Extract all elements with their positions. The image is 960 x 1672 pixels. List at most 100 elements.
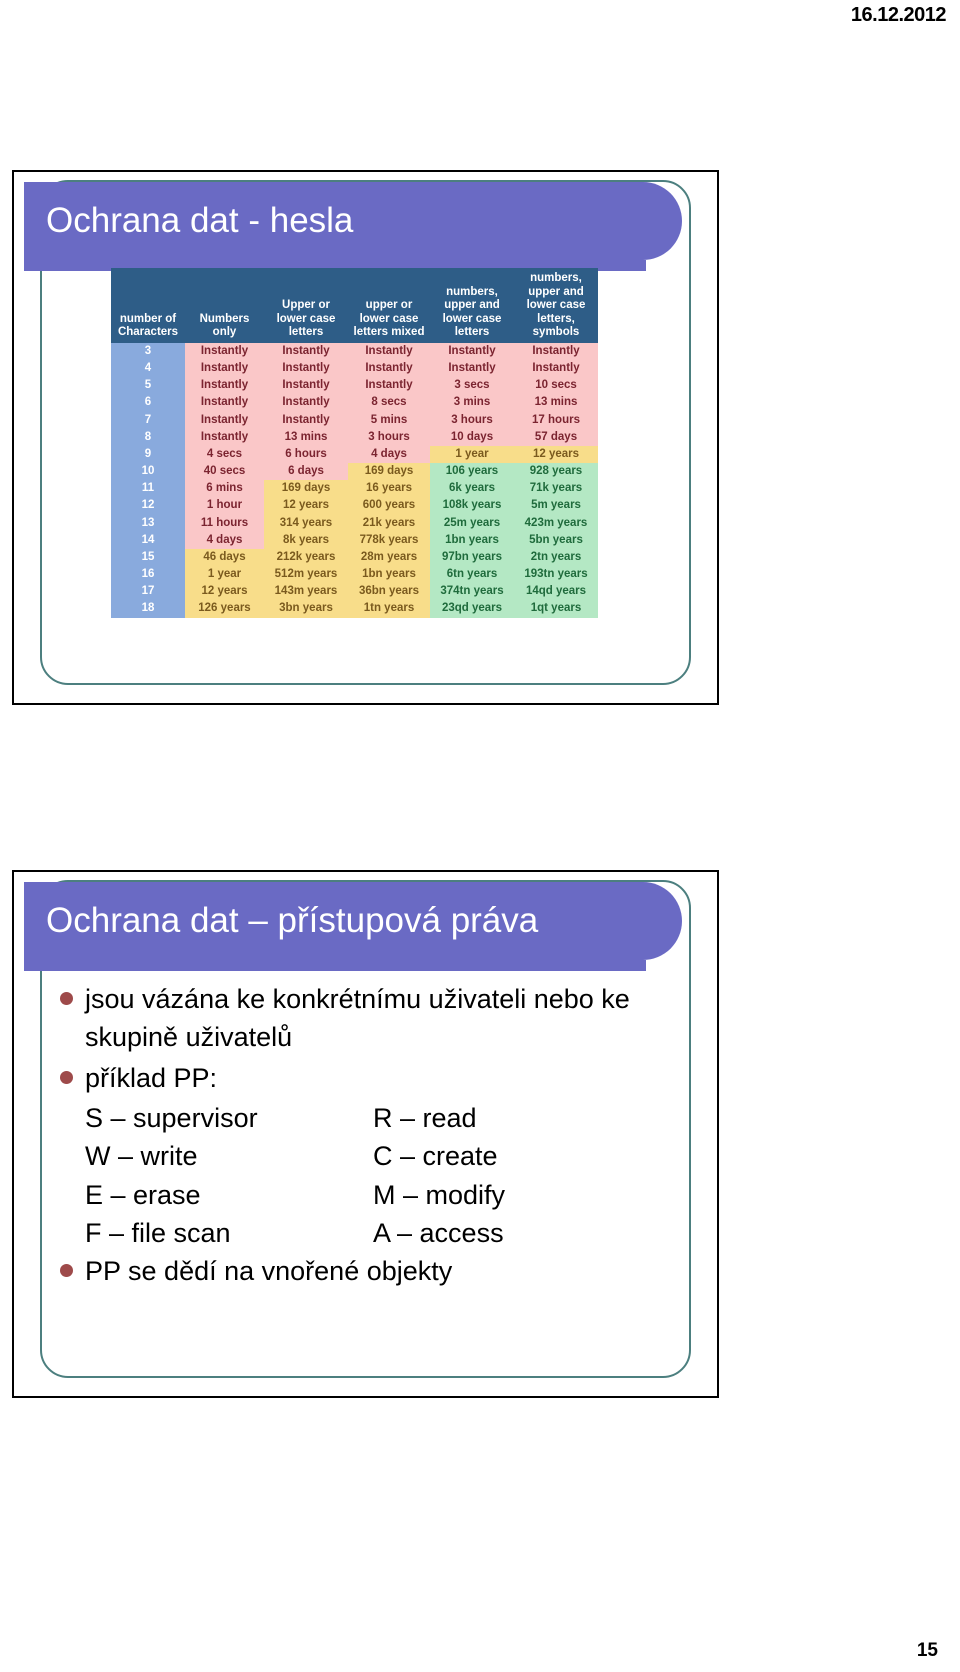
row-header-character-count: 9 bbox=[111, 445, 185, 464]
table-row: 3 Instantly Instantly Instantly Instantly Ins… bbox=[111, 342, 598, 360]
table-cell: 314 years bbox=[264, 514, 348, 532]
table-row: 11 6 mins 169 days 16 years 6k years 71k year… bbox=[111, 480, 598, 498]
row-header-character-count: 4 bbox=[111, 359, 185, 378]
row-header-character-count: 16 bbox=[111, 566, 185, 584]
table-cell: 423m years bbox=[514, 514, 598, 532]
row-header-character-count: 8 bbox=[111, 428, 185, 446]
slide-passwords: Ochrana dat - hesla number of Characters… bbox=[12, 170, 719, 705]
table-cell: 512m years bbox=[264, 566, 348, 584]
table-cell: 25m years bbox=[430, 514, 514, 532]
table-cell: 97bn years bbox=[430, 548, 514, 567]
table-cell: 6 hours bbox=[264, 445, 348, 464]
password-crack-time-table: number of Characters Numbers only Upper … bbox=[111, 268, 598, 618]
table-cell: 3 secs bbox=[430, 377, 514, 395]
table-cell: 13 mins bbox=[264, 428, 348, 446]
table-cell: 169 days bbox=[348, 463, 430, 481]
table-cell: 17 hours bbox=[514, 411, 598, 429]
table-cell: Instantly bbox=[430, 342, 514, 360]
table-cell: Instantly bbox=[185, 342, 264, 360]
row-header-character-count: 14 bbox=[111, 531, 185, 549]
table-cell: 1bn years bbox=[348, 566, 430, 584]
table-cell: 143m years bbox=[264, 583, 348, 601]
bullet-dot-icon bbox=[60, 1070, 73, 1084]
table-cell: Instantly bbox=[264, 359, 348, 378]
table-cell: 3 hours bbox=[348, 428, 430, 446]
table-cell: 374tn years bbox=[430, 583, 514, 601]
slide2-body: jsou vázána ke konkrétnímu uživateli neb… bbox=[60, 980, 687, 1293]
table-cell: 1 year bbox=[185, 566, 264, 584]
table-cell: 212k years bbox=[264, 548, 348, 567]
bullet-text-3: PP se dědí na vnořené objekty bbox=[85, 1256, 453, 1287]
slide2-title-underbar bbox=[24, 960, 646, 971]
permission-left: S – supervisor bbox=[85, 1102, 258, 1133]
table-cell: 126 years bbox=[185, 600, 264, 618]
table-cell: 3 hours bbox=[430, 411, 514, 429]
table-cell: Instantly bbox=[348, 377, 430, 395]
table-row: 7 Instantly Instantly 5 mins 3 hours 17 hours bbox=[111, 411, 598, 429]
table-cell: 12 years bbox=[264, 497, 348, 515]
table-cell: 14qd years bbox=[514, 583, 598, 601]
table: number of Characters Numbers only Upper … bbox=[111, 268, 598, 618]
table-cell: 8 secs bbox=[348, 394, 430, 412]
table-head: number of Characters Numbers only Upper … bbox=[111, 268, 598, 343]
slide1-title: Ochrana dat - hesla bbox=[46, 201, 354, 240]
table-cell: 169 days bbox=[264, 480, 348, 498]
table-cell: 193tn years bbox=[514, 566, 598, 584]
row-header-character-count: 17 bbox=[111, 583, 185, 601]
table-row: 5 Instantly Instantly Instantly 3 secs 10 sec… bbox=[111, 377, 598, 395]
table-cell: 57 days bbox=[514, 428, 598, 446]
table-cell: 3 mins bbox=[430, 394, 514, 412]
table-cell: Instantly bbox=[264, 342, 348, 360]
permission-right: C – create bbox=[373, 1141, 498, 1172]
bullet-text-1: jsou vázána ke konkrétnímu uživateli neb… bbox=[85, 984, 630, 1053]
table-cell: Instantly bbox=[430, 359, 514, 378]
permission-right: A – access bbox=[373, 1217, 504, 1248]
table-cell: 10 secs bbox=[514, 377, 598, 395]
row-header-character-count: 13 bbox=[111, 514, 185, 532]
table-cell: Instantly bbox=[185, 411, 264, 429]
table-cell: 6tn years bbox=[430, 566, 514, 584]
table-cell: 2tn years bbox=[514, 548, 598, 567]
table-cell: 1 hour bbox=[185, 497, 264, 515]
bullet-text-2: příklad PP: bbox=[85, 1062, 218, 1093]
bullet-dot-icon bbox=[60, 992, 73, 1005]
table-cell: Instantly bbox=[185, 359, 264, 378]
table-row: 4 Instantly Instantly Instantly Instantly Ins… bbox=[111, 359, 598, 378]
table-cell: 21k years bbox=[348, 514, 430, 532]
table-cell: 1 year bbox=[430, 445, 514, 464]
table-cell: 5 mins bbox=[348, 411, 430, 429]
table-row: 8 Instantly 13 mins 3 hours 10 days 57 days bbox=[111, 428, 598, 446]
table-cell: Instantly bbox=[185, 394, 264, 412]
slide-access-rights: Ochrana dat – přístupová práva jsou vázá… bbox=[12, 870, 719, 1398]
permission-left: W – write bbox=[85, 1141, 198, 1172]
table-cell: 778k years bbox=[348, 531, 430, 549]
col-header-numbers-letters-symbols: numbers, upper and lower case letters, s… bbox=[514, 268, 598, 343]
table-cell: 3bn years bbox=[264, 600, 348, 618]
slide1-title-banner: Ochrana dat - hesla bbox=[24, 182, 682, 260]
table-cell: 5m years bbox=[514, 497, 598, 515]
table-cell: 1bn years bbox=[430, 531, 514, 549]
row-header-character-count: 7 bbox=[111, 411, 185, 429]
bullet-item-3: PP se dědí na vnořené objekty bbox=[60, 1252, 687, 1290]
table-row: 6 Instantly Instantly 8 secs 3 mins 13 mins bbox=[111, 394, 598, 412]
table-cell: Instantly bbox=[514, 342, 598, 360]
table-cell: 23qd years bbox=[430, 600, 514, 618]
table-cell: 106 years bbox=[430, 463, 514, 481]
slide2-title: Ochrana dat – přístupová práva bbox=[46, 901, 539, 940]
col-header-numbers-only: Numbers only bbox=[185, 268, 264, 343]
table-cell: 71k years bbox=[514, 480, 598, 498]
col-header-letters: Upper or lower case letters bbox=[264, 268, 348, 343]
bullet-dot-icon bbox=[60, 1264, 73, 1278]
table-row: 14 4 days 8k years 778k years 1bn years 5bn y… bbox=[111, 531, 598, 549]
table-row: 13 11 hours 314 years 21k years 25m years 423… bbox=[111, 514, 598, 532]
table-cell: 46 days bbox=[185, 548, 264, 567]
table-cell: Instantly bbox=[264, 394, 348, 412]
table-header-row: number of Characters Numbers only Upper … bbox=[111, 268, 598, 343]
table-cell: 600 years bbox=[348, 497, 430, 515]
table-body: 3 Instantly Instantly Instantly Instantly Ins… bbox=[111, 342, 598, 618]
table-cell: 108k years bbox=[430, 497, 514, 515]
table-row: 15 46 days 212k years 28m years 97bn years 2t… bbox=[111, 548, 598, 567]
table-cell: 12 years bbox=[185, 583, 264, 601]
table-row: 12 1 hour 12 years 600 years 108k years 5m ye… bbox=[111, 497, 598, 515]
table-cell: 4 secs bbox=[185, 445, 264, 464]
